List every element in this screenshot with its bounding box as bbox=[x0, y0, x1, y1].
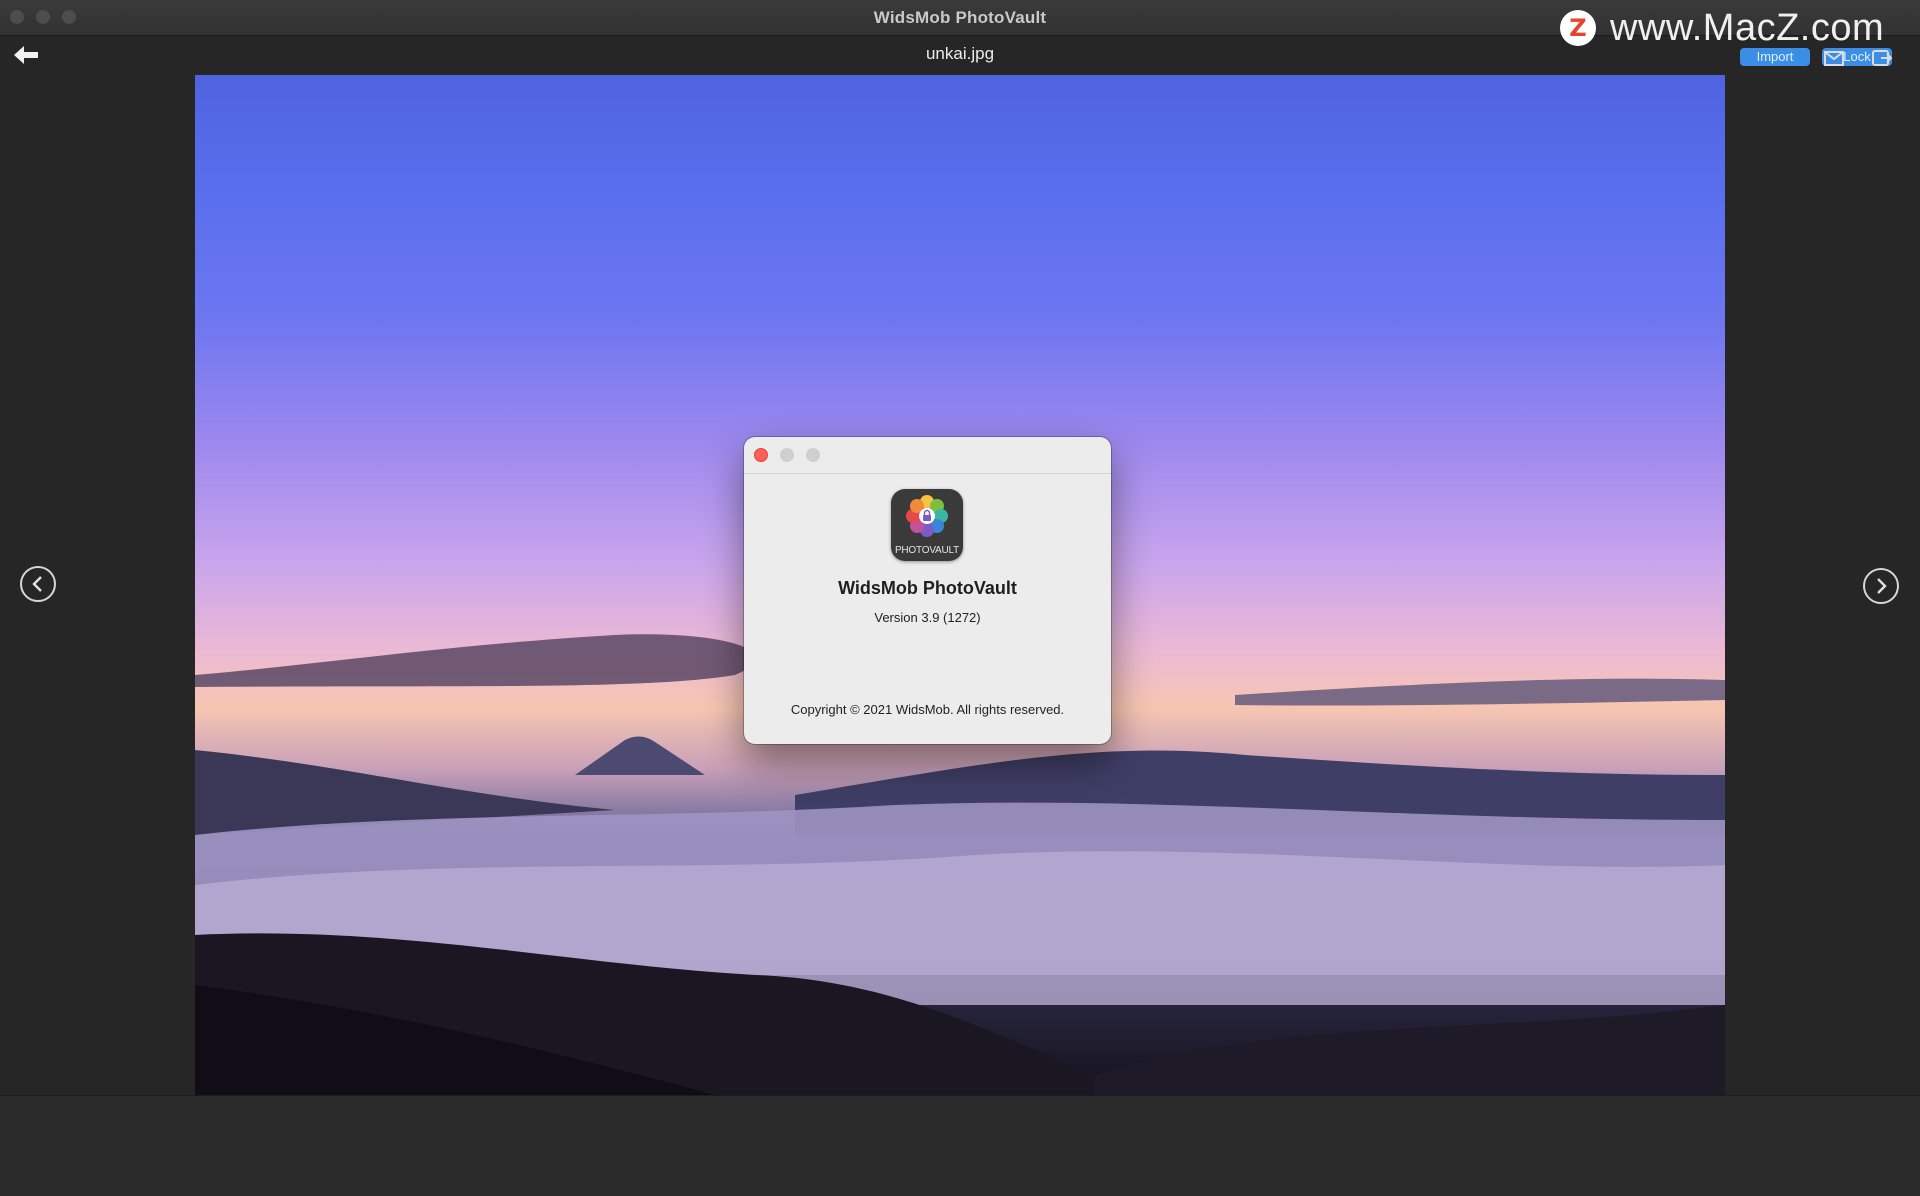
about-minimize-button bbox=[780, 448, 794, 462]
about-zoom-button bbox=[806, 448, 820, 462]
about-app-name: WidsMob PhotoVault bbox=[838, 578, 1017, 598]
import-button[interactable]: Import bbox=[1740, 48, 1810, 66]
flower-lock-icon bbox=[906, 495, 948, 537]
bottom-thumbnail-bar bbox=[0, 1095, 1920, 1196]
app-icon-label: PHOTOVAULT bbox=[894, 545, 960, 556]
watermark-text: www.MacZ.com bbox=[1610, 6, 1885, 49]
app-icon: PHOTOVAULT bbox=[891, 489, 963, 561]
about-dialog: PHOTOVAULT WidsMob PhotoVault Version 3.… bbox=[744, 437, 1111, 744]
about-version: Version 3.9 (1272) bbox=[874, 610, 981, 625]
watermark-logo: Z bbox=[1560, 10, 1596, 46]
about-close-button[interactable] bbox=[754, 448, 768, 462]
watermark: Z www.MacZ.com bbox=[1560, 6, 1884, 50]
about-titlebar bbox=[744, 437, 1111, 474]
photovault-window: WidsMob PhotoVault unkai.jpg Import Lock… bbox=[0, 0, 1920, 1196]
chevron-left-icon bbox=[32, 576, 42, 592]
next-photo-button[interactable] bbox=[1863, 568, 1899, 604]
about-copyright: Copyright © 2021 WidsMob. All rights res… bbox=[790, 702, 1065, 717]
chevron-right-icon bbox=[1877, 578, 1887, 594]
previous-photo-button[interactable] bbox=[20, 566, 56, 602]
